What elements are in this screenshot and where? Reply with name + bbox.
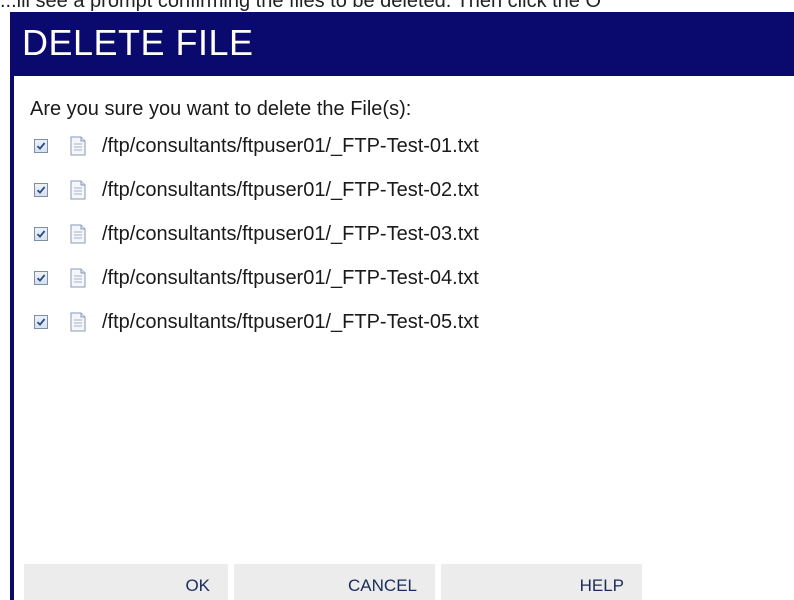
dialog-body: Are you sure you want to delete the File… [14,76,794,600]
file-checkbox[interactable] [34,183,48,197]
file-path: /ftp/consultants/ftpuser01/_FTP-Test-01.… [102,134,479,157]
file-list-item: /ftp/consultants/ftpuser01/_FTP-Test-01.… [34,124,479,168]
instruction-caption: ...ill see a prompt confirming the files… [0,0,602,12]
file-path: /ftp/consultants/ftpuser01/_FTP-Test-02.… [102,178,479,201]
checkmark-icon [36,186,46,194]
ok-button[interactable]: OK [24,564,228,600]
file-list-item: /ftp/consultants/ftpuser01/_FTP-Test-04.… [34,256,479,300]
file-path: /ftp/consultants/ftpuser01/_FTP-Test-03.… [102,222,479,245]
delete-file-dialog: DELETE FILE Are you sure you want to del… [10,12,794,600]
text-file-icon [70,180,86,200]
text-file-icon [70,136,86,156]
file-checkbox[interactable] [34,139,48,153]
file-checkbox[interactable] [34,271,48,285]
file-list-item: /ftp/consultants/ftpuser01/_FTP-Test-05.… [34,300,479,344]
file-checkbox[interactable] [34,315,48,329]
checkmark-icon [36,318,46,326]
checkmark-icon [36,230,46,238]
file-list-item: /ftp/consultants/ftpuser01/_FTP-Test-02.… [34,168,479,212]
checkmark-icon [36,274,46,282]
file-list: /ftp/consultants/ftpuser01/_FTP-Test-01.… [34,124,479,344]
text-file-icon [70,268,86,288]
dialog-button-row: OK CANCEL HELP [24,564,648,600]
text-file-icon [70,224,86,244]
cancel-button[interactable]: CANCEL [234,564,435,600]
file-path: /ftp/consultants/ftpuser01/_FTP-Test-04.… [102,266,479,289]
file-path: /ftp/consultants/ftpuser01/_FTP-Test-05.… [102,310,479,333]
help-button[interactable]: HELP [441,564,642,600]
file-checkbox[interactable] [34,227,48,241]
text-file-icon [70,312,86,332]
file-list-item: /ftp/consultants/ftpuser01/_FTP-Test-03.… [34,212,479,256]
dialog-title: DELETE FILE [22,22,254,63]
checkmark-icon [36,142,46,150]
confirm-prompt: Are you sure you want to delete the File… [30,98,412,120]
page: ...ill see a prompt confirming the files… [0,0,794,600]
